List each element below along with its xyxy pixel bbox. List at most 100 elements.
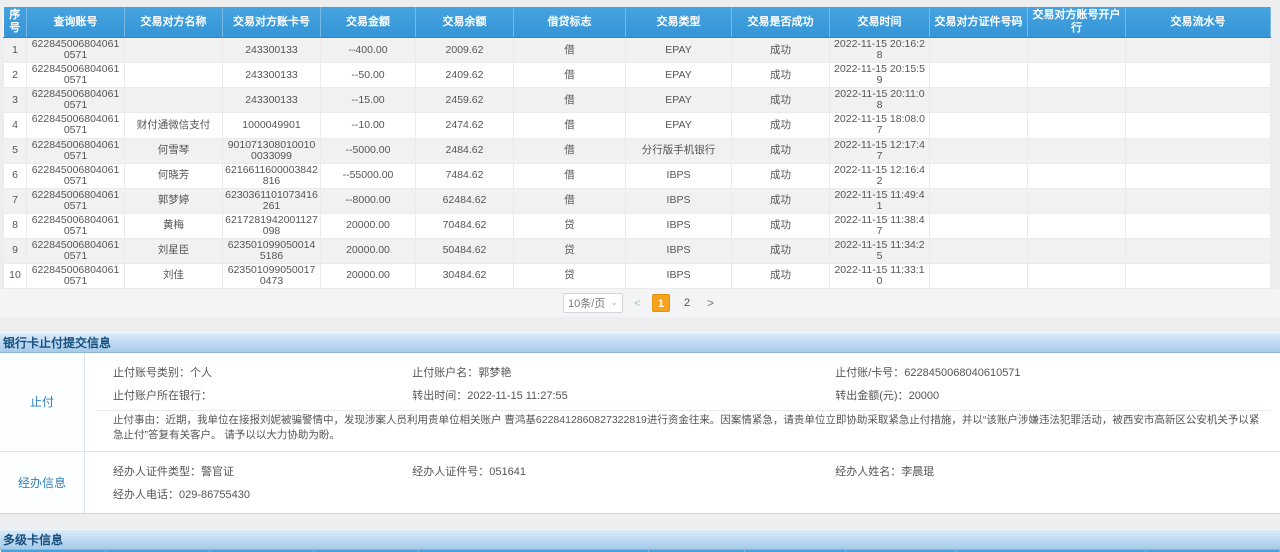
table-cell: 2022-11-15 20:11:08 xyxy=(830,88,930,113)
table-cell: IBPS xyxy=(626,238,732,263)
column-header-debit-credit-flag: 借贷标志 xyxy=(514,7,626,38)
table-cell xyxy=(1126,238,1271,263)
multi-card-section-title: 多级卡信息 xyxy=(0,529,1280,550)
table-cell: 2022-11-15 11:49:41 xyxy=(830,188,930,213)
stop-payment-section-title: 银行卡止付提交信息 xyxy=(0,332,1280,353)
table-cell: 6235010990500170473 xyxy=(223,263,321,288)
table-cell xyxy=(1126,138,1271,163)
column-header-txn-time: 交易时间 xyxy=(830,7,930,38)
prev-page-button[interactable]: < xyxy=(631,296,644,310)
table-cell: 2474.62 xyxy=(416,113,514,138)
table-cell: --55000.00 xyxy=(321,163,416,188)
table-cell xyxy=(1126,213,1271,238)
field-line: 经办人电话：029-86755430 xyxy=(95,486,1270,502)
column-header-txn-serial: 交易流水号 xyxy=(1126,7,1271,38)
chevron-down-icon: ⌄ xyxy=(610,297,618,308)
table-cell: --400.00 xyxy=(321,38,416,63)
table-cell: 6235010990500145186 xyxy=(223,238,321,263)
field-officer-id-number: 经办人证件号：051641 xyxy=(412,463,835,479)
table-cell xyxy=(930,213,1028,238)
table-cell xyxy=(930,163,1028,188)
table-cell: 2022-11-15 12:17:47 xyxy=(830,138,930,163)
table-cell: 20000.00 xyxy=(321,213,416,238)
table-cell: 10 xyxy=(4,263,27,288)
next-page-button[interactable]: > xyxy=(704,296,717,310)
column-header-seq: 序号 xyxy=(4,7,27,38)
table-cell: 2409.62 xyxy=(416,63,514,88)
table-cell: 贷 xyxy=(514,263,626,288)
transactions-table-body: 16228450068040610571243300133--400.00200… xyxy=(4,38,1271,288)
page-size-select[interactable]: 10条/页 ⌄ xyxy=(563,293,623,313)
table-cell: 2484.62 xyxy=(416,138,514,163)
pagination-bar: 10条/页 ⌄ < 1 2 > xyxy=(0,289,1280,317)
stop-payment-group: 止付 止付账号类别：个人 止付账户名：郭梦艳 止付账/卡号：6228450068… xyxy=(0,353,1280,452)
table-cell: 2022-11-15 18:08:07 xyxy=(830,113,930,138)
table-cell: EPAY xyxy=(626,88,732,113)
table-cell: 借 xyxy=(514,138,626,163)
table-row: 106228450068040610571刘佳62350109905001704… xyxy=(4,263,1271,288)
field-line: 止付账户所在银行： 转出时间：2022-11-15 11:27:55 转出金额(… xyxy=(95,387,1270,403)
page-number-2[interactable]: 2 xyxy=(678,294,696,312)
table-cell xyxy=(1126,188,1271,213)
table-cell: 62484.62 xyxy=(416,188,514,213)
table-cell: 5 xyxy=(4,138,27,163)
column-header-query-account: 查询账号 xyxy=(27,7,125,38)
table-cell: 20000.00 xyxy=(321,238,416,263)
stop-payment-panel: 止付 止付账号类别：个人 止付账户名：郭梦艳 止付账/卡号：6228450068… xyxy=(0,353,1280,514)
table-cell: 9010713080100100033099 xyxy=(223,138,321,163)
table-cell xyxy=(125,63,223,88)
table-cell xyxy=(1126,263,1271,288)
table-cell: 6 xyxy=(4,163,27,188)
table-cell: 2022-11-15 11:38:47 xyxy=(830,213,930,238)
table-row: 16228450068040610571243300133--400.00200… xyxy=(4,38,1271,63)
table-cell: 成功 xyxy=(732,238,830,263)
column-header-balance: 交易余额 xyxy=(416,7,514,38)
table-cell: 黄梅 xyxy=(125,213,223,238)
table-cell: 243300133 xyxy=(223,63,321,88)
table-cell: 借 xyxy=(514,63,626,88)
table-cell: 6228450068040610571 xyxy=(27,188,125,213)
column-header-counterparty-name: 交易对方名称 xyxy=(125,7,223,38)
table-cell xyxy=(1028,113,1126,138)
table-cell: 6217281942001127098 xyxy=(223,213,321,238)
table-cell: 6228450068040610571 xyxy=(27,113,125,138)
table-cell xyxy=(1126,38,1271,63)
table-cell: 243300133 xyxy=(223,38,321,63)
officer-group: 经办信息 经办人证件类型：警官证 经办人证件号：051641 经办人姓名：李晨琨… xyxy=(0,452,1280,513)
table-cell xyxy=(1028,63,1126,88)
table-cell xyxy=(930,188,1028,213)
page-number-1[interactable]: 1 xyxy=(652,294,670,312)
table-cell: 成功 xyxy=(732,63,830,88)
table-cell: --5000.00 xyxy=(321,138,416,163)
officer-side-label: 经办信息 xyxy=(0,452,85,513)
field-officer-name: 经办人姓名：李晨琨 xyxy=(835,463,1270,479)
table-cell: --10.00 xyxy=(321,113,416,138)
table-cell: 2 xyxy=(4,63,27,88)
table-cell: EPAY xyxy=(626,38,732,63)
table-cell: 7 xyxy=(4,188,27,213)
field-transfer-time: 转出时间：2022-11-15 11:27:55 xyxy=(412,387,835,403)
table-cell: 6228450068040610571 xyxy=(27,138,125,163)
table-cell xyxy=(930,138,1028,163)
table-cell xyxy=(1028,263,1126,288)
table-cell xyxy=(1028,88,1126,113)
table-cell: 2022-11-15 11:34:25 xyxy=(830,238,930,263)
table-cell: IBPS xyxy=(626,263,732,288)
table-cell xyxy=(1028,38,1126,63)
table-cell: 成功 xyxy=(732,188,830,213)
field-transfer-amount: 转出金额(元)：20000 xyxy=(835,387,1270,403)
table-cell: 2022-11-15 12:16:42 xyxy=(830,163,930,188)
table-cell xyxy=(1028,163,1126,188)
table-cell: 成功 xyxy=(732,263,830,288)
table-cell: 70484.62 xyxy=(416,213,514,238)
table-cell: 借 xyxy=(514,38,626,63)
table-cell xyxy=(930,63,1028,88)
stop-payment-side-label: 止付 xyxy=(0,353,85,451)
table-cell: 6228450068040610571 xyxy=(27,163,125,188)
column-header-counterparty-bank: 交易对方账号开户行 xyxy=(1028,7,1126,38)
field-line: 止付账号类别：个人 止付账户名：郭梦艳 止付账/卡号：6228450068040… xyxy=(95,364,1270,380)
table-cell: 3 xyxy=(4,88,27,113)
page-size-value: 10条/页 xyxy=(568,295,605,311)
field-card-number: 止付账/卡号：6228450068040610571 xyxy=(835,364,1270,380)
table-cell: 分行版手机银行 xyxy=(626,138,732,163)
